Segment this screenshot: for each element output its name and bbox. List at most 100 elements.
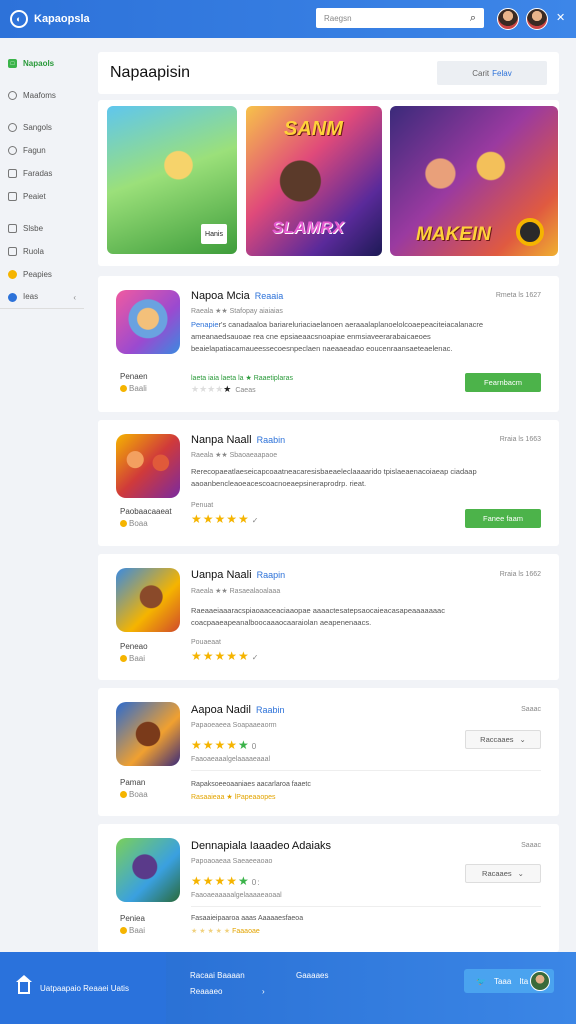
developer-link[interactable]: Raabin <box>256 705 285 715</box>
release-date: Saaac <box>521 706 541 713</box>
gear-icon <box>8 146 17 155</box>
close-icon[interactable]: ✕ <box>556 11 565 24</box>
sidebar-item-napaols[interactable]: □ Napaols <box>0 52 84 75</box>
sidebar-item-peapies[interactable]: Peapies <box>0 263 84 286</box>
app-icon[interactable] <box>116 702 180 766</box>
banner-1[interactable]: Hanis <box>107 106 237 254</box>
rating-stars: ★★★★★ 0: <box>191 874 261 888</box>
banner-subtitle: SLAMRX <box>272 218 344 237</box>
avatar-secondary[interactable] <box>526 8 548 30</box>
avatar[interactable] <box>497 8 519 30</box>
developer-link[interactable]: Raabin <box>257 435 286 445</box>
footer-home-label: Uatpaapaio Reaaei Uatis <box>40 983 129 993</box>
sidebar-item-peaiet[interactable]: Peaiet <box>0 185 84 208</box>
sidebar-item-slsbe[interactable]: Slsbe <box>0 217 84 240</box>
chevron-down-icon: ⌄ <box>517 869 524 878</box>
platform-stars: ★ ★ ★ ★ ★ Faaaoae <box>191 928 260 935</box>
sidebar-item-label: Fagun <box>23 146 46 155</box>
grid-icon: □ <box>8 59 17 68</box>
install-button[interactable]: Fearnbacm <box>465 373 541 392</box>
app-title[interactable]: Nanpa Naall Raabin <box>191 434 285 446</box>
page-title: Napaapisin <box>110 64 191 81</box>
sort-label: Carit <box>472 68 490 78</box>
badge-icon <box>516 218 544 246</box>
collapse-icon[interactable]: ‹ <box>73 293 76 302</box>
app-name: Uanpa Naali <box>191 569 252 581</box>
rating-count: 0: <box>251 878 261 887</box>
banner-chip[interactable]: Hanis <box>201 224 227 244</box>
app-title[interactable]: Uanpa Naali Raapin <box>191 569 285 581</box>
platform-rating-text: Faaaoae <box>232 928 260 935</box>
footer-link[interactable]: Gaaaaes <box>296 971 328 980</box>
app-icon[interactable] <box>116 568 180 632</box>
share-extra: Ita <box>519 976 529 986</box>
options-select[interactable]: Racaaes ⌄ <box>465 864 541 883</box>
platform-line: Fasaaieipaaroa aaas Aaaaaesfaeoa <box>191 915 304 922</box>
featured-banners: Hanis SANM SLAMRX MAKEIN <box>98 100 559 266</box>
meta-label: Paobaacaaeat <box>120 507 172 516</box>
sidebar-item-label: Ieas <box>23 292 39 302</box>
select-value: Racaaes <box>482 869 512 878</box>
release-date: Rmeta ls 1627 <box>495 292 541 299</box>
sidebar-item-ruola[interactable]: Ruola <box>0 240 84 263</box>
chevron-right-icon[interactable]: › <box>262 987 265 996</box>
footer: Uatpaapaio Reaaei Uatis Racaai Baaaan Re… <box>0 952 576 1024</box>
app-icon[interactable] <box>116 838 180 902</box>
banner-3[interactable]: MAKEIN <box>390 106 558 256</box>
install-button[interactable]: Fanee faam <box>465 509 541 528</box>
sidebar-item-sangols[interactable]: Sangols <box>0 116 84 139</box>
sort-value: Felav <box>492 68 512 78</box>
search-input[interactable]: Raegsn ⌕ <box>316 8 484 28</box>
app-card[interactable]: Paman Boaa Aapoa Nadil Raabin Saaac Papa… <box>98 688 559 816</box>
app-card[interactable]: Paobaacaaeat Boaa Nanpa Naall Raabin Rra… <box>98 420 559 546</box>
coin-icon <box>120 520 127 527</box>
app-name: Nanpa Naall <box>191 434 252 446</box>
sidebar-item-maafoms[interactable]: Maafoms <box>0 84 84 107</box>
sidebar-item-label: Sangols <box>23 123 52 132</box>
developer-link[interactable]: Reaaia <box>255 291 284 301</box>
sort-dropdown[interactable]: Carit Felav <box>437 61 547 85</box>
developer-link[interactable]: Raapin <box>257 570 286 580</box>
release-date: Rraia ls 1662 <box>499 571 541 578</box>
meta-label: Penaen <box>120 372 148 381</box>
platform-line: Rapaksoeeoaaniaes aacarlaroa faaetc <box>191 781 311 788</box>
app-icon[interactable] <box>116 290 180 354</box>
app-title[interactable]: Napoa Mcia Reaaia <box>191 290 283 302</box>
app-icon[interactable] <box>116 434 180 498</box>
coin-icon <box>120 927 127 934</box>
options-select[interactable]: Raccaaes ⌄ <box>465 730 541 749</box>
sidebar-item-ieas[interactable]: Ieas ‹ <box>0 286 84 309</box>
app-card[interactable]: Peneao Baai Uanpa Naali Raapin Rraia ls … <box>98 554 559 680</box>
card-meta: Peneao Baai <box>120 642 148 663</box>
search-icon[interactable]: ⌕ <box>470 12 476 25</box>
chart-icon <box>8 169 17 178</box>
footer-link[interactable]: Racaai Baaaan <box>190 971 245 980</box>
app-card[interactable]: Peniea Baai Dennapiala Iaaadeo Adaiaks S… <box>98 824 559 952</box>
banner-2[interactable]: SANM SLAMRX <box>246 106 382 256</box>
sidebar-item-label: Slsbe <box>23 224 44 233</box>
twitter-icon: 🐦 <box>476 976 486 986</box>
meta-label: Paman <box>120 778 146 787</box>
sidebar-item-fagun[interactable]: Fagun <box>0 139 84 162</box>
card-meta: Paobaacaaeat Boaa <box>120 507 172 528</box>
app-logo-icon[interactable]: ◐ <box>10 10 28 28</box>
app-description: Penapier's canadaaloa bariareluriaciaela… <box>191 319 536 355</box>
coin-icon <box>120 655 127 662</box>
rating-line: Raeala ★★ Stafopay aiaiaias <box>191 308 283 315</box>
footer-link[interactable]: Reaaaeo <box>190 987 222 996</box>
sidebar-item-label: Ruola <box>23 247 44 256</box>
release-date: Saaac <box>521 842 541 849</box>
user-icon <box>8 123 17 132</box>
share-button[interactable]: 🐦 Taaa Ita <box>464 969 554 993</box>
sub-line: Faaoaeaaaaalgelaaaaeaoaal <box>191 892 282 899</box>
coin-icon <box>120 791 127 798</box>
app-title[interactable]: Dennapiala Iaaadeo Adaiaks <box>191 840 331 852</box>
sub-line: Faaoaeaaalgelaaaaeaaal <box>191 756 271 763</box>
footer-home[interactable]: Uatpaapaio Reaaei Uatis <box>0 952 166 1024</box>
app-card[interactable]: Penaen Baali Napoa Mcia Reaaia Rmeta ls … <box>98 276 559 412</box>
app-title[interactable]: Aapoa Nadil Raabin <box>191 704 285 716</box>
card-meta: Penaen Baali <box>120 372 148 393</box>
header-card: Napaapisin Carit Felav <box>98 52 559 94</box>
home-icon <box>16 975 32 994</box>
sidebar-item-faradas[interactable]: Faradas <box>0 162 84 185</box>
